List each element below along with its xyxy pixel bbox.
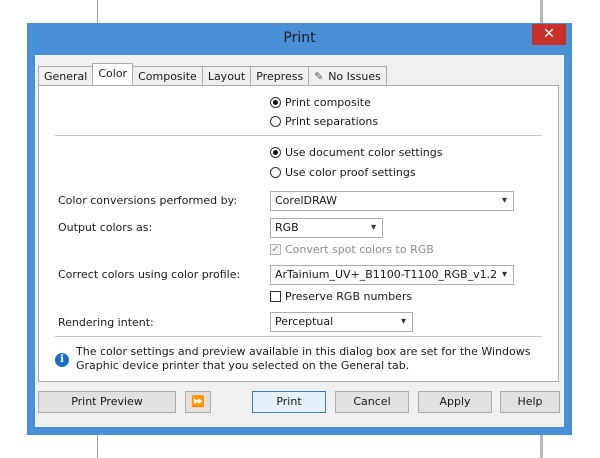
- radio-selected-icon: [270, 97, 281, 108]
- radio-label: Use color proof settings: [285, 166, 416, 179]
- tab-no-issues[interactable]: ✎ No Issues: [308, 66, 387, 85]
- section-divider: [55, 135, 542, 136]
- use-color-proof-settings-radio[interactable]: Use color proof settings: [270, 166, 416, 179]
- apply-button[interactable]: Apply: [418, 391, 492, 413]
- tab-label: No Issues: [328, 70, 381, 83]
- output-colors-label: Output colors as:: [58, 221, 153, 234]
- rendering-intent-label: Rendering intent:: [58, 316, 154, 329]
- chevron-down-icon: ▾: [501, 195, 507, 206]
- color-tab-panel: Print composite Print separations Use do…: [38, 85, 559, 382]
- tab-label: Layout: [207, 70, 246, 83]
- preserve-rgb-numbers-checkbox[interactable]: Preserve RGB numbers: [270, 290, 412, 303]
- print-composite-radio[interactable]: Print composite: [270, 96, 371, 109]
- checkbox-checked-icon: ✓: [270, 244, 281, 255]
- radio-selected-icon: [270, 147, 281, 158]
- dropdown-value: ArTainium_UV+_B1100-T1100_RGB_v1.2: [275, 268, 498, 281]
- title-bar[interactable]: Print ✕: [27, 23, 572, 55]
- chevron-down-icon: ▾: [501, 269, 507, 280]
- tab-layout[interactable]: Layout: [201, 66, 252, 85]
- rendering-intent-dropdown[interactable]: Perceptual ▾: [270, 312, 413, 332]
- tab-label: General: [44, 70, 88, 83]
- tab-prepress[interactable]: Prepress: [250, 66, 310, 85]
- output-colors-dropdown[interactable]: RGB ▾: [270, 218, 383, 238]
- tab-composite[interactable]: Composite: [132, 66, 203, 85]
- button-label: Cancel: [353, 395, 391, 408]
- dropdown-value: CorelDRAW: [275, 194, 337, 207]
- button-label: Help: [517, 395, 543, 408]
- radio-label: Print composite: [285, 96, 371, 109]
- color-profile-dropdown[interactable]: ArTainium_UV+_B1100-T1100_RGB_v1.2 ▾: [270, 265, 514, 285]
- chevron-down-icon: ▾: [370, 222, 376, 233]
- double-arrow-right-icon: ⏩: [191, 395, 205, 408]
- info-icon: i: [55, 353, 69, 367]
- close-button[interactable]: ✕: [532, 24, 566, 45]
- radio-unselected-icon: [270, 167, 281, 178]
- dropdown-value: Perceptual: [275, 315, 334, 328]
- button-label: Apply: [439, 395, 471, 408]
- dialog-title: Print: [283, 30, 316, 46]
- checkbox-label: Preserve RGB numbers: [285, 290, 413, 303]
- color-conversions-label: Color conversions performed by:: [58, 194, 238, 207]
- section-divider: [55, 336, 542, 337]
- tab-label: Composite: [138, 70, 197, 83]
- tab-label: Prepress: [256, 70, 304, 83]
- info-message: The color settings and preview available…: [76, 345, 531, 372]
- tab-bar: General Color Composite Layout Prepress …: [38, 63, 387, 85]
- expand-preview-button[interactable]: ⏩: [185, 391, 211, 413]
- radio-label: Use document color settings: [285, 146, 443, 159]
- color-conversions-dropdown[interactable]: CorelDRAW ▾: [270, 191, 514, 211]
- color-profile-label: Correct colors using color profile:: [58, 268, 241, 281]
- convert-spot-colors-checkbox[interactable]: ✓ Convert spot colors to RGB: [270, 243, 434, 256]
- checkbox-label: Convert spot colors to RGB: [285, 243, 434, 256]
- print-preview-button[interactable]: Print Preview: [38, 391, 176, 413]
- cancel-button[interactable]: Cancel: [335, 391, 409, 413]
- help-button[interactable]: Help: [500, 391, 560, 413]
- chevron-down-icon: ▾: [400, 316, 406, 327]
- dialog-client-area: General Color Composite Layout Prepress …: [35, 55, 564, 427]
- tab-label: Color: [98, 67, 128, 80]
- use-document-color-settings-radio[interactable]: Use document color settings: [270, 146, 443, 159]
- radio-unselected-icon: [270, 116, 281, 127]
- button-label: Print: [276, 395, 302, 408]
- close-icon: ✕: [543, 26, 555, 42]
- radio-label: Print separations: [285, 115, 379, 128]
- check-icon: ✎: [314, 70, 324, 83]
- tab-general[interactable]: General: [38, 66, 94, 85]
- checkbox-unchecked-icon: [270, 291, 281, 302]
- print-dialog: Print ✕ General Color Composite Layout P…: [27, 23, 572, 435]
- button-label: Print Preview: [71, 395, 143, 408]
- dropdown-value: RGB: [275, 221, 299, 234]
- print-separations-radio[interactable]: Print separations: [270, 115, 378, 128]
- print-button[interactable]: Print: [252, 391, 326, 413]
- tab-color[interactable]: Color: [92, 63, 134, 85]
